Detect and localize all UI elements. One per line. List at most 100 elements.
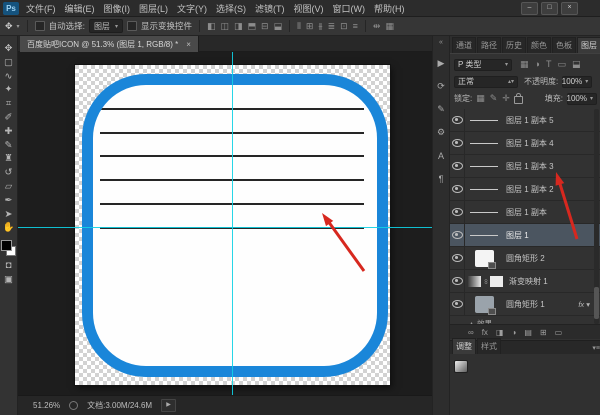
visibility-toggle[interactable] xyxy=(450,247,465,269)
lock-option-icon[interactable]: ▦ xyxy=(476,94,485,103)
menu-item[interactable]: 文件(F) xyxy=(26,2,56,15)
layers-scrollbar[interactable] xyxy=(594,109,599,324)
layer-style-icon[interactable]: fx xyxy=(482,328,488,337)
visibility-toggle[interactable] xyxy=(450,293,465,315)
option-icon[interactable]: ▦ xyxy=(385,22,394,31)
pen-tool[interactable]: ✒ xyxy=(5,195,13,207)
layer-row[interactable]: ∞ 渐变映射 1 xyxy=(450,270,600,293)
move-tool-icon[interactable]: ✥ xyxy=(5,22,13,31)
layer-row[interactable]: ∞ 图层 1 xyxy=(450,224,600,247)
quick-select-tool[interactable]: ✦ xyxy=(5,84,13,96)
zoom-level-field[interactable]: 51.26% xyxy=(33,401,60,410)
align-icon[interactable]: ⬓ xyxy=(274,22,283,31)
visibility-toggle[interactable] xyxy=(450,132,465,154)
layer-name[interactable]: 图层 1 副本 xyxy=(506,207,547,218)
layer-thumbnail[interactable]: ∞ xyxy=(465,247,503,269)
layer-name[interactable]: 渐变映射 1 xyxy=(509,276,548,287)
filter-icon[interactable]: T xyxy=(546,60,552,69)
layer-thumbnail[interactable]: ∞ xyxy=(465,109,503,131)
gradient-map-adjustment-icon[interactable] xyxy=(454,360,468,373)
tab-close-icon[interactable]: × xyxy=(186,40,191,49)
history-brush-tool[interactable]: ↺ xyxy=(5,167,13,179)
filter-icon[interactable]: ◑ xyxy=(535,60,540,69)
panel-tab[interactable]: 通道 xyxy=(452,37,476,53)
crop-tool[interactable]: ⌗ xyxy=(6,98,11,110)
menu-item[interactable]: 编辑(E) xyxy=(65,2,95,15)
vertical-guide[interactable] xyxy=(232,52,233,395)
hand-tool[interactable]: ✋ xyxy=(3,222,15,234)
visibility-toggle[interactable] xyxy=(450,201,465,223)
minimize-button[interactable]: – xyxy=(521,2,538,15)
canvas-area[interactable] xyxy=(18,52,432,395)
add-layer-mask-icon[interactable]: ◨ xyxy=(496,328,504,337)
menu-item[interactable]: 选择(S) xyxy=(216,2,246,15)
layer-row[interactable]: ∞ 圆角矩形 2 xyxy=(450,247,600,270)
link-layers-icon[interactable]: ∞ xyxy=(468,328,474,337)
layer-name[interactable]: 图层 1 副本 5 xyxy=(506,115,554,126)
eyedropper-tool[interactable]: ✐ xyxy=(5,112,13,124)
actions-panel-icon[interactable]: ▶ xyxy=(433,56,449,71)
visibility-toggle[interactable] xyxy=(450,155,465,177)
screen-mode-button[interactable]: ▣ xyxy=(4,274,13,286)
layer-row[interactable]: ∞ 圆角矩形 1 fx ▾ xyxy=(450,293,600,316)
filter-icon[interactable]: ▭ xyxy=(557,60,566,69)
brush-tool[interactable]: ✎ xyxy=(5,140,13,152)
brush-panel-icon[interactable]: ✎ xyxy=(433,102,449,117)
marquee-tool[interactable]: ▢ xyxy=(4,57,13,69)
scrollbar-thumb[interactable] xyxy=(594,287,599,319)
menu-item[interactable]: 视图(V) xyxy=(294,2,324,15)
align-icon[interactable]: ◨ xyxy=(234,22,243,31)
layer-row[interactable]: ∞ 图层 1 副本 3 xyxy=(450,155,600,178)
layer-name[interactable]: 图层 1 副本 2 xyxy=(506,184,554,195)
distribute-icon[interactable]: ⊞ xyxy=(306,22,314,31)
panel-tab[interactable]: 色板 xyxy=(552,37,576,53)
lock-option-icon[interactable]: ✎ xyxy=(490,94,498,103)
expand-dock-icon[interactable]: « xyxy=(439,38,443,48)
align-icon[interactable]: ⊟ xyxy=(261,22,269,31)
fill-field[interactable]: 100% ▾ xyxy=(567,93,597,105)
panel-tab[interactable]: 颜色 xyxy=(527,37,551,53)
color-swatches[interactable] xyxy=(1,240,16,256)
lasso-tool[interactable]: ∿ xyxy=(5,71,13,83)
menu-item[interactable]: 文字(Y) xyxy=(177,2,207,15)
panel-tab[interactable]: 历史 xyxy=(502,37,526,53)
layer-row[interactable]: ∞ 图层 1 副本 xyxy=(450,201,600,224)
new-layer-icon[interactable]: ⊞ xyxy=(540,328,547,337)
clone-stamp-tool[interactable]: ♜ xyxy=(4,153,13,165)
menu-item[interactable]: 图层(L) xyxy=(139,2,168,15)
menu-item[interactable]: 滤镜(T) xyxy=(255,2,285,15)
maximize-button[interactable]: □ xyxy=(541,2,558,15)
menu-item[interactable]: 图像(I) xyxy=(104,2,131,15)
layer-name[interactable]: 图层 1 xyxy=(506,230,529,241)
layer-thumbnail[interactable]: ∞ xyxy=(465,224,503,246)
quick-mask-button[interactable]: ◘ xyxy=(6,260,12,272)
show-transform-checkbox[interactable] xyxy=(127,21,137,31)
layer-thumbnail[interactable]: ∞ xyxy=(465,178,503,200)
filter-icon[interactable]: ▦ xyxy=(520,60,529,69)
auto-select-dropdown[interactable]: 图层 ▾ xyxy=(89,19,123,33)
auto-select-checkbox[interactable] xyxy=(35,21,45,31)
layer-name[interactable]: 圆角矩形 2 xyxy=(506,253,545,264)
horizontal-guide[interactable] xyxy=(18,227,432,228)
tool-preset-caret-icon[interactable]: ▾ xyxy=(17,23,20,30)
distribute-icon[interactable]: ≡ xyxy=(353,22,358,31)
layer-thumbnail[interactable]: ∞ xyxy=(465,270,506,292)
align-icon[interactable]: ◧ xyxy=(207,22,216,31)
layer-thumbnail[interactable]: ∞ xyxy=(465,155,503,177)
blend-mode-dropdown[interactable]: 正常 ▴▾ xyxy=(454,76,518,88)
history-panel-icon[interactable]: ⟳ xyxy=(433,79,449,94)
layer-thumbnail[interactable]: ∞ xyxy=(465,293,503,315)
document-tab[interactable]: 百度贴吧ICON @ 51.3% (图层 1, RGB/8) * × xyxy=(20,36,199,52)
character-panel-icon[interactable]: A xyxy=(433,148,449,163)
status-flyout-button[interactable]: ▶ xyxy=(161,399,176,412)
menu-item[interactable]: 帮助(H) xyxy=(374,2,405,15)
layer-name[interactable]: 圆角矩形 1 xyxy=(506,299,545,310)
panel-menu-icon[interactable]: ▾≡ xyxy=(592,344,600,354)
visibility-toggle[interactable] xyxy=(450,109,465,131)
panel-tab[interactable]: 调整 xyxy=(452,338,476,354)
lock-option-icon[interactable]: ✛ xyxy=(502,94,510,103)
foreground-color-swatch[interactable] xyxy=(1,240,12,251)
opacity-field[interactable]: 100% ▾ xyxy=(562,76,592,88)
eraser-tool[interactable]: ▱ xyxy=(5,181,12,193)
filter-icon[interactable]: ⬓ xyxy=(572,60,581,69)
